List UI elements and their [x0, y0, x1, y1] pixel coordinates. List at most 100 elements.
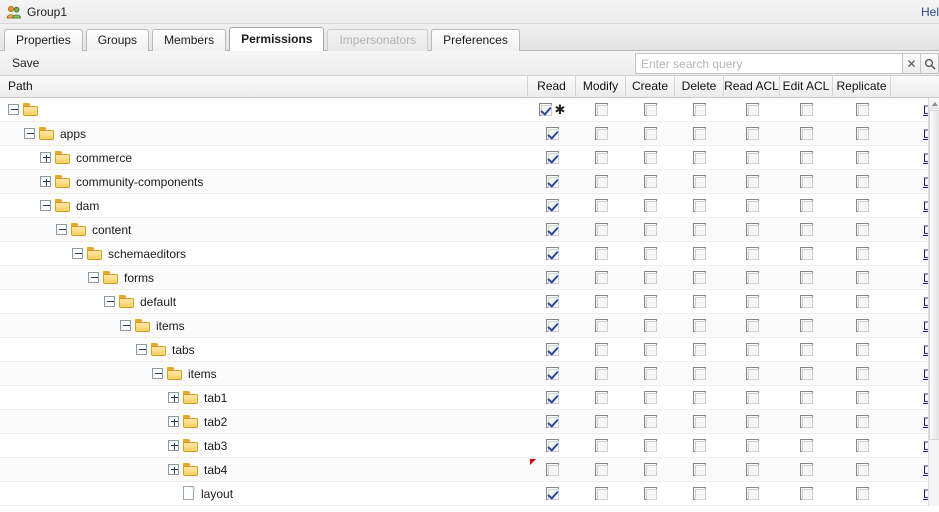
- table-row[interactable]: layoutDetai: [0, 482, 939, 506]
- checkbox-modify[interactable]: [595, 367, 608, 380]
- checkbox-create[interactable]: [644, 487, 657, 500]
- checkbox-create[interactable]: [644, 223, 657, 236]
- table-row[interactable]: contentDetai: [0, 218, 939, 242]
- checkbox-read-acl[interactable]: [746, 175, 759, 188]
- checkbox-modify[interactable]: [595, 295, 608, 308]
- tab-preferences[interactable]: Preferences: [431, 29, 520, 51]
- collapse-node-icon[interactable]: [120, 320, 131, 331]
- table-row[interactable]: itemsDetai: [0, 362, 939, 386]
- vertical-scrollbar[interactable]: [928, 98, 939, 506]
- checkbox-read[interactable]: [546, 247, 559, 260]
- checkbox-read[interactable]: [546, 175, 559, 188]
- checkbox-create[interactable]: [644, 439, 657, 452]
- checkbox-modify[interactable]: [595, 247, 608, 260]
- collapse-node-icon[interactable]: [8, 104, 19, 115]
- checkbox-replicate[interactable]: [856, 487, 869, 500]
- column-header-path[interactable]: Path: [0, 76, 528, 98]
- chevron-up-icon[interactable]: [929, 98, 939, 109]
- column-header-read[interactable]: Read: [528, 76, 576, 98]
- checkbox-replicate[interactable]: [856, 175, 869, 188]
- expand-node-icon[interactable]: [40, 152, 51, 163]
- checkbox-edit-acl[interactable]: [800, 415, 813, 428]
- expand-node-icon[interactable]: [40, 176, 51, 187]
- checkbox-modify[interactable]: [595, 343, 608, 356]
- checkbox-modify[interactable]: [595, 199, 608, 212]
- checkbox-delete[interactable]: [693, 247, 706, 260]
- checkbox-delete[interactable]: [693, 319, 706, 332]
- tab-members[interactable]: Members: [152, 29, 226, 51]
- expand-node-icon[interactable]: [168, 416, 179, 427]
- checkbox-modify[interactable]: [595, 103, 608, 116]
- checkbox-edit-acl[interactable]: [800, 103, 813, 116]
- expand-node-icon[interactable]: [168, 440, 179, 451]
- checkbox-modify[interactable]: [595, 271, 608, 284]
- checkbox-edit-acl[interactable]: [800, 487, 813, 500]
- close-x-icon[interactable]: ✕: [903, 53, 921, 74]
- checkbox-create[interactable]: [644, 343, 657, 356]
- checkbox-delete[interactable]: [693, 487, 706, 500]
- checkbox-replicate[interactable]: [856, 103, 869, 116]
- checkbox-modify[interactable]: [595, 319, 608, 332]
- checkbox-create[interactable]: [644, 295, 657, 308]
- table-row[interactable]: schemaeditorsDetai: [0, 242, 939, 266]
- checkbox-delete[interactable]: [693, 391, 706, 404]
- tab-permissions[interactable]: Permissions: [229, 27, 324, 51]
- checkbox-delete[interactable]: [693, 367, 706, 380]
- checkbox-modify[interactable]: [595, 127, 608, 140]
- checkbox-replicate[interactable]: [856, 439, 869, 452]
- checkbox-replicate[interactable]: [856, 151, 869, 164]
- checkbox-edit-acl[interactable]: [800, 295, 813, 308]
- checkbox-edit-acl[interactable]: [800, 175, 813, 188]
- checkbox-edit-acl[interactable]: [800, 343, 813, 356]
- collapse-node-icon[interactable]: [40, 200, 51, 211]
- column-header-create[interactable]: Create: [626, 76, 675, 98]
- checkbox-modify[interactable]: [595, 223, 608, 236]
- column-header-edit-acl[interactable]: Edit ACL: [780, 76, 833, 98]
- checkbox-modify[interactable]: [595, 463, 608, 476]
- checkbox-delete[interactable]: [693, 175, 706, 188]
- checkbox-delete[interactable]: [693, 343, 706, 356]
- checkbox-replicate[interactable]: [856, 199, 869, 212]
- checkbox-replicate[interactable]: [856, 295, 869, 308]
- checkbox-delete[interactable]: [693, 439, 706, 452]
- checkbox-read[interactable]: [546, 271, 559, 284]
- checkbox-edit-acl[interactable]: [800, 367, 813, 380]
- checkbox-replicate[interactable]: [856, 367, 869, 380]
- table-row[interactable]: community-componentsDetai: [0, 170, 939, 194]
- checkbox-read[interactable]: [546, 151, 559, 164]
- checkbox-edit-acl[interactable]: [800, 199, 813, 212]
- checkbox-create[interactable]: [644, 175, 657, 188]
- checkbox-replicate[interactable]: [856, 391, 869, 404]
- checkbox-modify[interactable]: [595, 175, 608, 188]
- collapse-node-icon[interactable]: [88, 272, 99, 283]
- table-row[interactable]: damDetai: [0, 194, 939, 218]
- column-header-modify[interactable]: Modify: [576, 76, 626, 98]
- checkbox-edit-acl[interactable]: [800, 127, 813, 140]
- checkbox-modify[interactable]: [595, 415, 608, 428]
- checkbox-read-acl[interactable]: [746, 199, 759, 212]
- checkbox-modify[interactable]: [595, 151, 608, 164]
- checkbox-create[interactable]: [644, 151, 657, 164]
- checkbox-create[interactable]: [644, 463, 657, 476]
- checkbox-read-acl[interactable]: [746, 103, 759, 116]
- checkbox-read[interactable]: [546, 343, 559, 356]
- checkbox-replicate[interactable]: [856, 223, 869, 236]
- checkbox-read-acl[interactable]: [746, 127, 759, 140]
- checkbox-create[interactable]: [644, 319, 657, 332]
- checkbox-replicate[interactable]: [856, 463, 869, 476]
- column-header-read-acl[interactable]: Read ACL: [724, 76, 780, 98]
- checkbox-delete[interactable]: [693, 199, 706, 212]
- collapse-node-icon[interactable]: [56, 224, 67, 235]
- table-row[interactable]: appsDetai: [0, 122, 939, 146]
- collapse-node-icon[interactable]: [152, 368, 163, 379]
- checkbox-read-acl[interactable]: [746, 151, 759, 164]
- checkbox-read[interactable]: [546, 199, 559, 212]
- checkbox-delete[interactable]: [693, 103, 706, 116]
- checkbox-create[interactable]: [644, 367, 657, 380]
- checkbox-delete[interactable]: [693, 223, 706, 236]
- checkbox-edit-acl[interactable]: [800, 271, 813, 284]
- checkbox-read[interactable]: [546, 463, 559, 476]
- checkbox-edit-acl[interactable]: [800, 391, 813, 404]
- tab-groups[interactable]: Groups: [86, 29, 149, 51]
- table-row[interactable]: ✱Detai: [0, 98, 939, 122]
